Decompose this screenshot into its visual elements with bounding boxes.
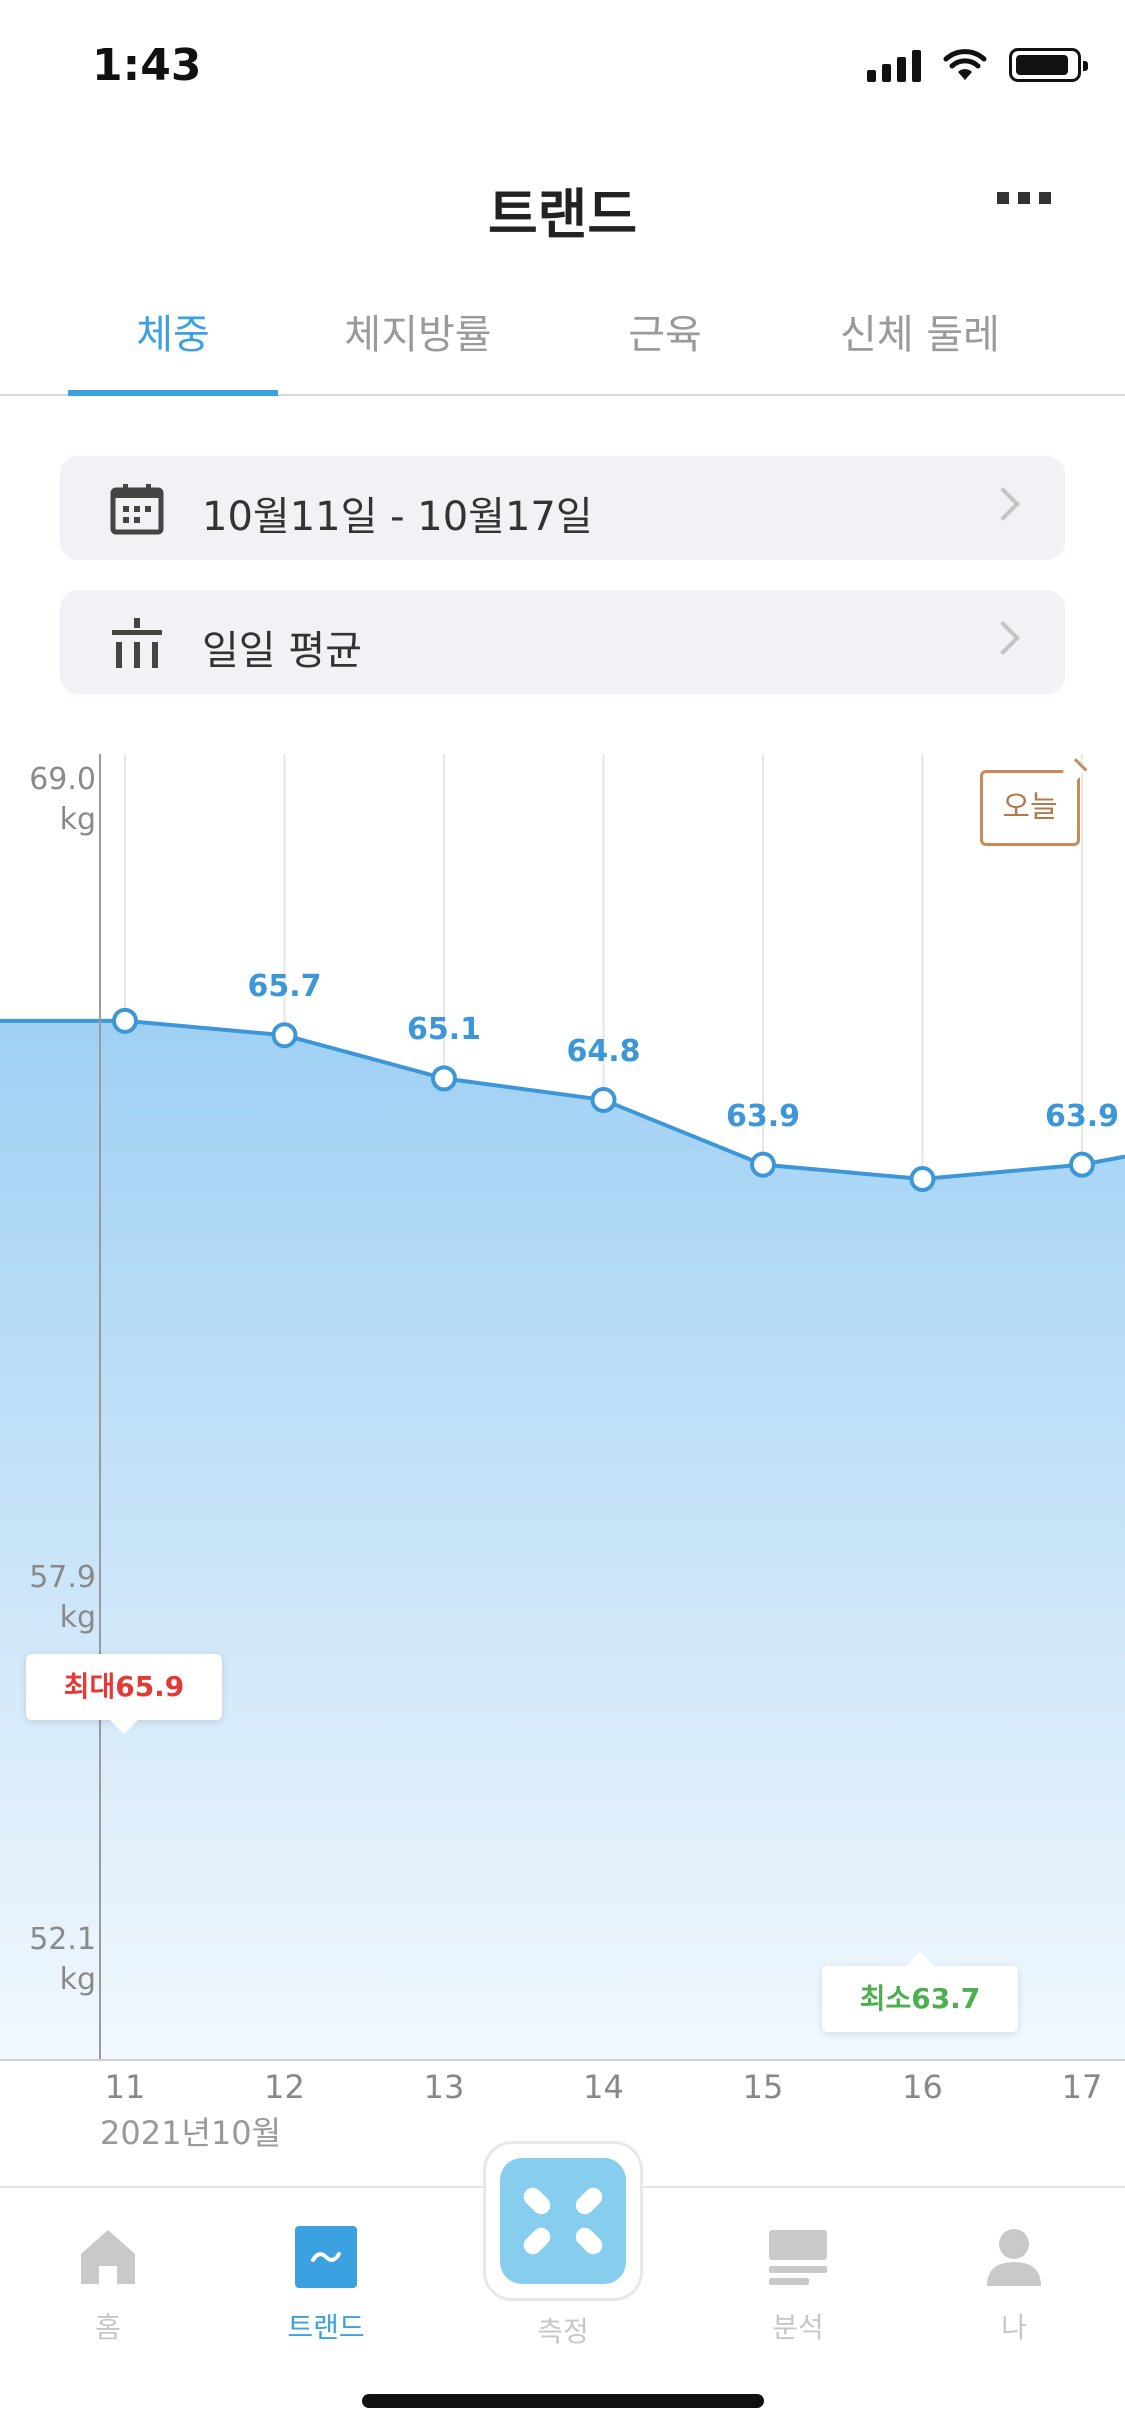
nav-home-label: 홈 [95, 2311, 121, 2344]
analysis-icon [769, 2230, 827, 2285]
nav-profile-label: 나 [1001, 2311, 1027, 2344]
tab-indicator [68, 390, 278, 396]
data-point-17[interactable] [1069, 1151, 1095, 1178]
aggregation-label: 일일 평균 [202, 628, 362, 674]
page-title: 트랜드 [487, 183, 638, 246]
status-icons [867, 48, 1088, 82]
y-axis-tick-label: 57.9 kg [20, 1558, 96, 1638]
x-axis-tick-label: 13 [423, 2068, 465, 2106]
y-axis-tick-value: 57.9 [29, 1560, 96, 1595]
status-time: 1:43 [92, 40, 202, 91]
battery-icon [1009, 48, 1088, 82]
data-point-14[interactable] [590, 1086, 617, 1113]
measure-scale-icon [523, 2187, 603, 2255]
y-axis-tick-unit: kg [59, 1962, 96, 1997]
measure-button[interactable] [486, 2144, 640, 2298]
home-icon [81, 2230, 135, 2284]
today-button[interactable]: 오늘 [980, 770, 1080, 846]
x-axis-tick-label: 17 [1061, 2068, 1103, 2106]
nav-measure-label: 측정 [537, 2315, 589, 2348]
data-point-15[interactable] [750, 1151, 776, 1178]
x-axis-tick-label: 14 [583, 2068, 624, 2106]
date-range-label: 10월11일 - 10월17일 [202, 494, 593, 540]
y-axis-tick-value: 69.0 [29, 762, 96, 797]
bar-average-icon [112, 618, 162, 668]
data-point-13[interactable] [431, 1065, 457, 1092]
data-point-12[interactable] [271, 1022, 298, 1049]
y-axis-tick-unit: kg [59, 802, 96, 837]
x-axis-tick-label: 16 [902, 2068, 943, 2106]
tab-bar: 체중 체지방률 근육 신체 둘레 [0, 290, 1125, 396]
wifi-icon [943, 49, 987, 80]
tab-muscle[interactable]: 근육 [590, 302, 740, 360]
nav-analysis-label: 분석 [772, 2311, 824, 2344]
tab-weight[interactable]: 체중 [68, 302, 278, 360]
nav-trend-label: 트랜드 [287, 2311, 365, 2344]
y-axis-tick-label: 69.0 kg [20, 760, 96, 840]
date-range-selector[interactable]: 10월11일 - 10월17일 [60, 456, 1065, 560]
data-value-label: 65.7 [247, 969, 322, 1005]
profile-icon [987, 2229, 1041, 2286]
trend-icon [295, 2226, 357, 2288]
home-indicator [362, 2394, 764, 2408]
aggregation-selector[interactable]: 일일 평균 [60, 590, 1065, 694]
max-value-callout: 최대65.9 [26, 1654, 222, 1720]
weight-chart[interactable]: 69.0 kg 57.9 kg 52.1 kg 11 12 13 14 15 16 17 65.7 65… [0, 750, 1125, 2190]
tab-body-fat[interactable]: 체지방률 [318, 302, 518, 360]
nav-profile[interactable]: 나 [944, 2212, 1084, 2346]
min-value-callout: 최소63.7 [822, 1966, 1018, 2032]
more-options-icon[interactable] [997, 192, 1051, 204]
data-value-label: 65.1 [406, 1012, 482, 1048]
y-axis-tick-value: 52.1 [29, 1922, 96, 1957]
chevron-right-icon [986, 487, 1020, 521]
data-point-16[interactable] [909, 1166, 936, 1193]
nav-trend[interactable]: 트랜드 [256, 2212, 396, 2346]
y-axis-tick-unit: kg [59, 1600, 96, 1635]
data-point-11[interactable] [112, 1007, 138, 1034]
chevron-right-icon [986, 621, 1020, 655]
nav-analysis[interactable]: 분석 [728, 2212, 868, 2346]
status-bar: 1:43 [0, 0, 1125, 140]
x-axis-month-label: 2021년10월 [100, 2114, 282, 2152]
cellular-signal-icon [867, 48, 921, 82]
data-value-label: 64.8 [566, 1033, 641, 1069]
data-value-label: 63.9 [725, 1098, 801, 1134]
data-value-label: 63.9 [1044, 1098, 1120, 1134]
y-axis-tick-label: 52.1 kg [20, 1920, 96, 2000]
nav-home[interactable]: 홈 [38, 2212, 178, 2346]
x-axis-tick-label: 15 [742, 2068, 784, 2106]
x-axis-tick-label: 12 [264, 2068, 305, 2106]
calendar-icon [110, 484, 164, 535]
tab-body-circumference[interactable]: 신체 둘레 [820, 302, 1020, 360]
x-axis-tick-label: 11 [104, 2068, 146, 2106]
